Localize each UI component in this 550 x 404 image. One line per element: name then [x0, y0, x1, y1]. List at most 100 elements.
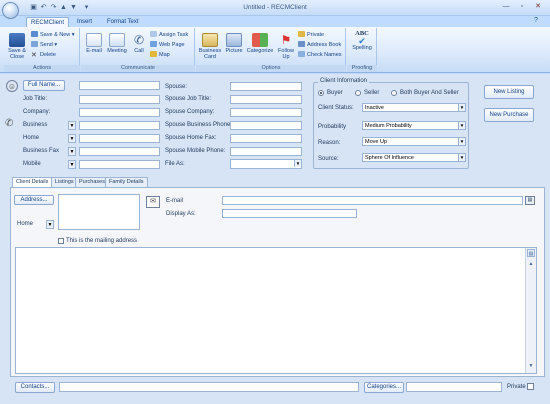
spouse-business-phone-label: Spouse Business Phone:	[165, 122, 233, 128]
categories-field[interactable]	[406, 382, 502, 392]
customize-qat-icon[interactable]: ▾	[82, 3, 91, 13]
web-page-button[interactable]: Web Page	[150, 41, 185, 49]
business-phone-dropdown[interactable]: ▼	[68, 121, 76, 130]
business-fax-field[interactable]	[79, 147, 160, 156]
tab-format-text[interactable]: Format Text	[103, 17, 143, 27]
address-type-dropdown[interactable]: ▼	[46, 220, 54, 229]
home-phone-field[interactable]	[79, 134, 160, 143]
assign-task-button[interactable]: Assign Task	[150, 31, 188, 39]
file-as-select[interactable]: ▼	[230, 159, 302, 169]
full-name-button[interactable]: Full Name...	[23, 80, 65, 91]
address-book-button[interactable]: Address Book	[298, 41, 341, 49]
contacts-field[interactable]	[59, 382, 359, 392]
seller-radio[interactable]	[355, 90, 361, 96]
tab-family-details[interactable]: Family Details	[105, 177, 148, 187]
scroll-up-icon[interactable]: ▲	[527, 260, 535, 268]
private-button[interactable]: Private	[298, 31, 324, 39]
phone-book-icon: ✆	[5, 118, 14, 129]
minimize-button[interactable]: —	[498, 1, 514, 13]
mobile-phone-dropdown[interactable]: ▼	[68, 160, 76, 169]
spouse-business-phone-field[interactable]	[230, 121, 302, 130]
redo-icon[interactable]: ↷	[49, 3, 58, 13]
map-icon	[150, 51, 157, 57]
private-checkbox[interactable]	[527, 383, 534, 390]
picture-button[interactable]: Picture	[224, 33, 244, 54]
up-icon[interactable]: ▲	[59, 3, 68, 13]
business-fax-dropdown[interactable]: ▼	[68, 147, 76, 156]
spouse-company-field[interactable]	[230, 108, 302, 117]
job-title-field[interactable]	[79, 95, 160, 104]
address-book-label: Address Book	[307, 42, 342, 48]
new-purchase-button[interactable]: New Purchase	[484, 108, 534, 122]
close-button[interactable]: ✕	[530, 1, 546, 13]
job-title-label: Job Title:	[23, 96, 48, 102]
full-name-field[interactable]	[79, 81, 160, 90]
tab-insert[interactable]: Insert	[73, 17, 96, 27]
address-book-icon[interactable]: ▤	[525, 196, 535, 205]
scroll-down-icon[interactable]: ▼	[527, 362, 535, 370]
assign-task-icon	[150, 31, 157, 37]
private-checkbox-label: Private	[507, 384, 526, 390]
company-field[interactable]	[79, 108, 160, 117]
email-button[interactable]: E-mail	[84, 33, 104, 54]
follow-up-button[interactable]: ⚑ Follow Up	[276, 33, 296, 60]
tab-recmclient[interactable]: RECMClient	[26, 17, 70, 27]
mobile-phone-field[interactable]	[79, 160, 160, 169]
mailing-address-checkbox[interactable]	[58, 238, 64, 244]
tab-listings[interactable]: Listings	[51, 177, 78, 187]
spouse-job-title-field[interactable]	[230, 95, 302, 104]
save-close-icon	[9, 33, 25, 47]
maximize-button[interactable]: ▫	[514, 1, 530, 13]
address-type-label: Home	[17, 221, 34, 227]
scroll-to-top-icon[interactable]: ▤	[527, 249, 535, 257]
web-page-icon	[150, 41, 157, 47]
send-button[interactable]: Send ▾	[31, 41, 57, 49]
reason-label: Reason:	[318, 140, 341, 146]
notes-textarea[interactable]	[15, 247, 537, 374]
spouse-field[interactable]	[230, 82, 302, 91]
spouse-mobile-phone-field[interactable]	[230, 147, 302, 156]
address-button[interactable]: Address...	[14, 195, 54, 205]
categories-button[interactable]: Categories...	[364, 382, 404, 393]
follow-up-label: Follow Up	[278, 48, 294, 60]
buyer-radio[interactable]	[318, 90, 324, 96]
save-new-button[interactable]: Save & New ▾	[31, 31, 75, 39]
map-button[interactable]: Map	[150, 51, 170, 59]
help-icon[interactable]: ?	[534, 17, 538, 24]
call-button[interactable]: ✆ Call	[131, 33, 147, 54]
spelling-button[interactable]: ABC ✔ Spelling	[349, 30, 375, 51]
probability-select[interactable]: Medium Probability ▼	[362, 121, 466, 130]
display-as-field[interactable]	[222, 209, 357, 218]
delete-button[interactable]: ✕ Delete	[31, 51, 56, 59]
meeting-button[interactable]: Meeting	[105, 33, 129, 54]
tab-purchases[interactable]: Purchases	[75, 177, 109, 187]
check-names-button[interactable]: Check Names	[298, 51, 342, 59]
contacts-button[interactable]: Contacts...	[15, 382, 55, 393]
save-icon[interactable]: ▣	[29, 3, 38, 13]
notes-scrollbar[interactable]: ▤ ▲ ▼	[525, 248, 536, 373]
spouse-home-fax-field[interactable]	[230, 134, 302, 143]
office-button[interactable]	[2, 2, 19, 19]
business-phone-field[interactable]	[79, 121, 160, 130]
new-listing-button[interactable]: New Listing	[484, 85, 534, 99]
meeting-label: Meeting	[107, 48, 127, 54]
address-textarea[interactable]	[58, 194, 140, 230]
email-field[interactable]	[222, 196, 523, 205]
assign-task-label: Assign Task	[159, 32, 189, 38]
client-status-value: Inactive	[365, 105, 384, 111]
reason-select[interactable]: Move Up ▼	[362, 137, 466, 146]
down-icon[interactable]: ▼	[69, 3, 78, 13]
send-icon	[31, 41, 38, 47]
source-value: Sphere Of Influence	[365, 155, 414, 161]
undo-icon[interactable]: ↶	[39, 3, 48, 13]
source-select[interactable]: Sphere Of Influence ▼	[362, 153, 466, 162]
delete-label: Delete	[40, 52, 56, 58]
business-card-button[interactable]: Business Card	[198, 33, 222, 60]
client-status-select[interactable]: Inactive ▼	[362, 103, 466, 112]
private-label: Private	[307, 32, 325, 38]
categorize-button[interactable]: Categorize	[246, 33, 274, 54]
save-close-button[interactable]: Save & Close	[5, 33, 29, 60]
both-radio[interactable]	[391, 90, 397, 96]
lock-icon	[298, 31, 305, 37]
home-phone-dropdown[interactable]: ▼	[68, 134, 76, 143]
